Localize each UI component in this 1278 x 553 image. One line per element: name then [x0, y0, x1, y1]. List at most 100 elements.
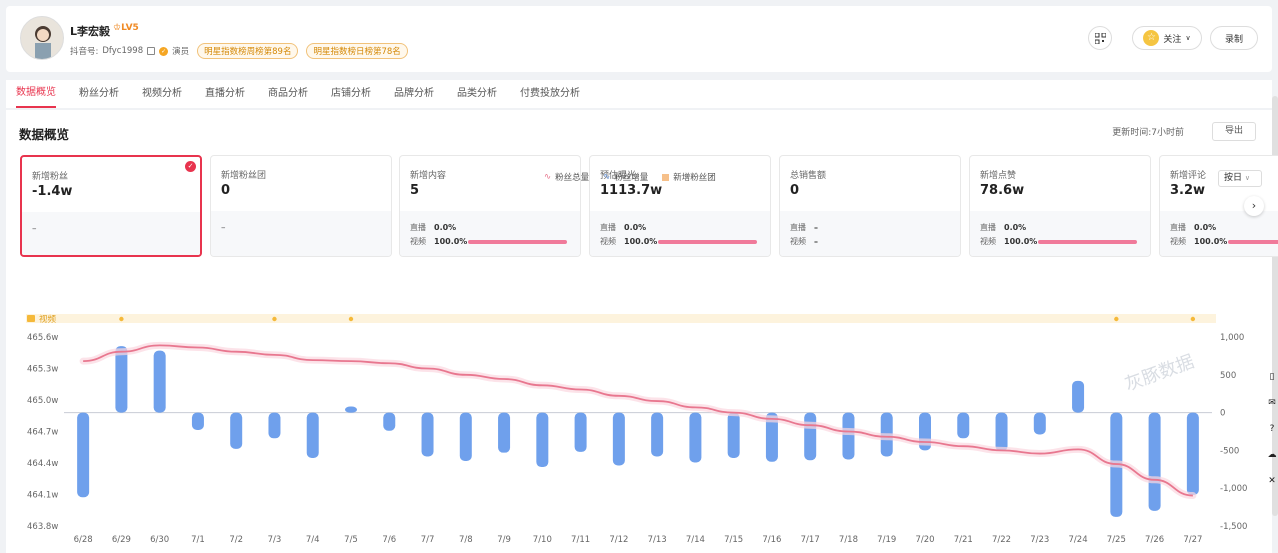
tab-6[interactable]: 品牌分析 [394, 81, 434, 107]
right-axis-tick: -500 [1220, 446, 1239, 456]
qrcode-button[interactable] [1088, 26, 1112, 50]
x-axis-tick: 7/4 [306, 535, 320, 545]
granularity-value: 按日 [1224, 173, 1243, 183]
fans-chart: 视频 465.6w 465.3w 465.0w 464.7w 464.4w 464.1w 46… [26, 314, 1247, 545]
page-title: 数据概览 [19, 127, 70, 142]
total-line-glow [79, 341, 1197, 500]
x-axis-tick: 7/18 [839, 535, 858, 545]
avatar[interactable] [20, 16, 64, 60]
legend-group-label: 新增粉丝团 [673, 173, 716, 183]
video-marker-dot [1114, 316, 1119, 322]
record-button[interactable]: 录制 [1210, 26, 1258, 50]
legend-delta-label: 粉丝增量 [614, 173, 649, 183]
left-axis-tick: 465.6w [27, 333, 58, 343]
delta-bar [153, 350, 166, 413]
right-axis-tick: -1,000 [1220, 484, 1247, 494]
x-axis-tick: 7/17 [801, 535, 820, 545]
x-axis-tick: 6/29 [112, 535, 131, 545]
right-axis-tick: -1,500 [1220, 522, 1247, 532]
rank-week-badge[interactable]: 明星指数榜周榜第89名 [197, 43, 299, 59]
level-text: LV5 [121, 23, 139, 33]
rank-day-badge[interactable]: 明星指数榜日榜第78名 [306, 43, 408, 59]
chevron-down-icon: ∨ [1185, 34, 1191, 42]
video-icon [27, 315, 35, 322]
delta-bar [421, 412, 434, 457]
profile-info: 抖音号: Dfyc1998 ✓ 演员 明星指数榜周榜第89名 明星指数榜日榜第7… [70, 43, 408, 59]
tab-5[interactable]: 店铺分析 [331, 81, 371, 107]
x-axis-tick: 7/13 [648, 535, 667, 545]
video-marker-dot [272, 316, 277, 322]
profile-name: L李宏毅 [70, 25, 111, 38]
delta-bar [459, 412, 472, 461]
chevron-down-icon: ∨ [1244, 174, 1251, 182]
mail-icon[interactable]: ✉ [1266, 398, 1278, 424]
floating-toolbar: ▯ ✉ ? ☁ ✕ [1266, 372, 1278, 502]
update-time: 更新时间:7小时前 [1112, 125, 1184, 138]
x-axis-tick: 7/2 [229, 535, 243, 545]
left-axis-tick: 465.0w [27, 396, 58, 406]
tab-4[interactable]: 商品分析 [268, 81, 308, 107]
x-axis-tick: 7/25 [1107, 535, 1126, 545]
wechat-icon[interactable]: ☁ [1266, 450, 1278, 476]
tab-3[interactable]: 直播分析 [205, 81, 245, 107]
video-marker-dot [1190, 316, 1196, 322]
delta-bar [230, 412, 243, 449]
tab-7[interactable]: 品类分析 [457, 81, 497, 107]
x-axis-tick: 7/8 [459, 535, 473, 545]
update-value: 7小时前 [1151, 128, 1184, 138]
star-icon: ☆ [1143, 30, 1160, 46]
x-axis-tick: 7/11 [571, 535, 590, 545]
delta-bar [268, 412, 281, 439]
video-marker-dot [119, 316, 124, 322]
tab-bar: 数据概览 粉丝分析 视频分析 直播分析 商品分析 店铺分析 品牌分析 品类分析 付费投放分析 [6, 80, 1272, 108]
tab-0[interactable]: 数据概览 [16, 80, 56, 108]
x-axis-tick: 7/27 [1183, 535, 1202, 545]
follow-button[interactable]: ☆ 关注 ∨ [1132, 26, 1202, 50]
left-axis-tick: 464.7w [27, 428, 58, 438]
update-label: 更新时间: [1112, 128, 1152, 138]
metric-label: 新增粉丝 [32, 172, 69, 182]
tab-2[interactable]: 视频分析 [142, 81, 182, 107]
x-axis-tick: 7/1 [191, 535, 205, 545]
total-line [83, 344, 1193, 497]
tab-1[interactable]: 粉丝分析 [79, 81, 119, 107]
delta-bar [1186, 412, 1199, 496]
x-axis-tick: 7/23 [1030, 535, 1049, 545]
delta-bar [383, 412, 396, 431]
delta-bar [612, 412, 625, 466]
line-icon: ∿ [603, 172, 611, 182]
delta-bar [1072, 380, 1085, 413]
phone-icon[interactable]: ▯ [1266, 372, 1278, 398]
export-button[interactable]: 导出 [1212, 122, 1256, 141]
tab-8[interactable]: 付费投放分析 [520, 81, 580, 107]
x-axis-tick: 7/16 [762, 535, 781, 545]
x-axis-tick: 7/5 [344, 535, 358, 545]
x-axis-tick: 7/15 [724, 535, 743, 545]
right-axis-tick: 1,000 [1220, 333, 1244, 343]
delta-bar [804, 412, 817, 461]
right-axis-tick: 500 [1220, 371, 1236, 381]
delta-bar [536, 412, 549, 468]
chart-legend: ∿ 粉丝总量 ∿ 粉丝增量 新增粉丝团 [544, 171, 716, 183]
copy-icon[interactable] [147, 47, 156, 55]
x-axis-tick: 7/19 [877, 535, 896, 545]
delta-bar [1148, 412, 1161, 511]
metric-label: 新增内容 [410, 171, 447, 181]
metric-label: 总销售额 [790, 171, 827, 181]
delta-bar [115, 346, 128, 413]
help-icon[interactable]: ? [1266, 424, 1278, 450]
metric-label: 新增粉丝团 [221, 171, 267, 181]
video-marker-band [26, 314, 1216, 323]
x-axis-tick: 6/30 [150, 535, 169, 545]
delta-bar [345, 406, 357, 413]
x-axis-tick: 6/28 [74, 535, 93, 545]
legend-group[interactable]: 新增粉丝团 [662, 171, 716, 183]
close-icon[interactable]: ✕ [1266, 476, 1278, 502]
legend-delta[interactable]: ∿ 粉丝增量 [603, 171, 648, 183]
metric-label: 新增点赞 [980, 171, 1017, 181]
legend-total[interactable]: ∿ 粉丝总量 [544, 171, 589, 183]
granularity-select[interactable]: 按日 ∨ [1218, 170, 1262, 187]
x-axis-tick: 7/26 [1145, 535, 1164, 545]
x-axis-tick: 7/12 [609, 535, 628, 545]
legend-total-label: 粉丝总量 [555, 173, 590, 183]
